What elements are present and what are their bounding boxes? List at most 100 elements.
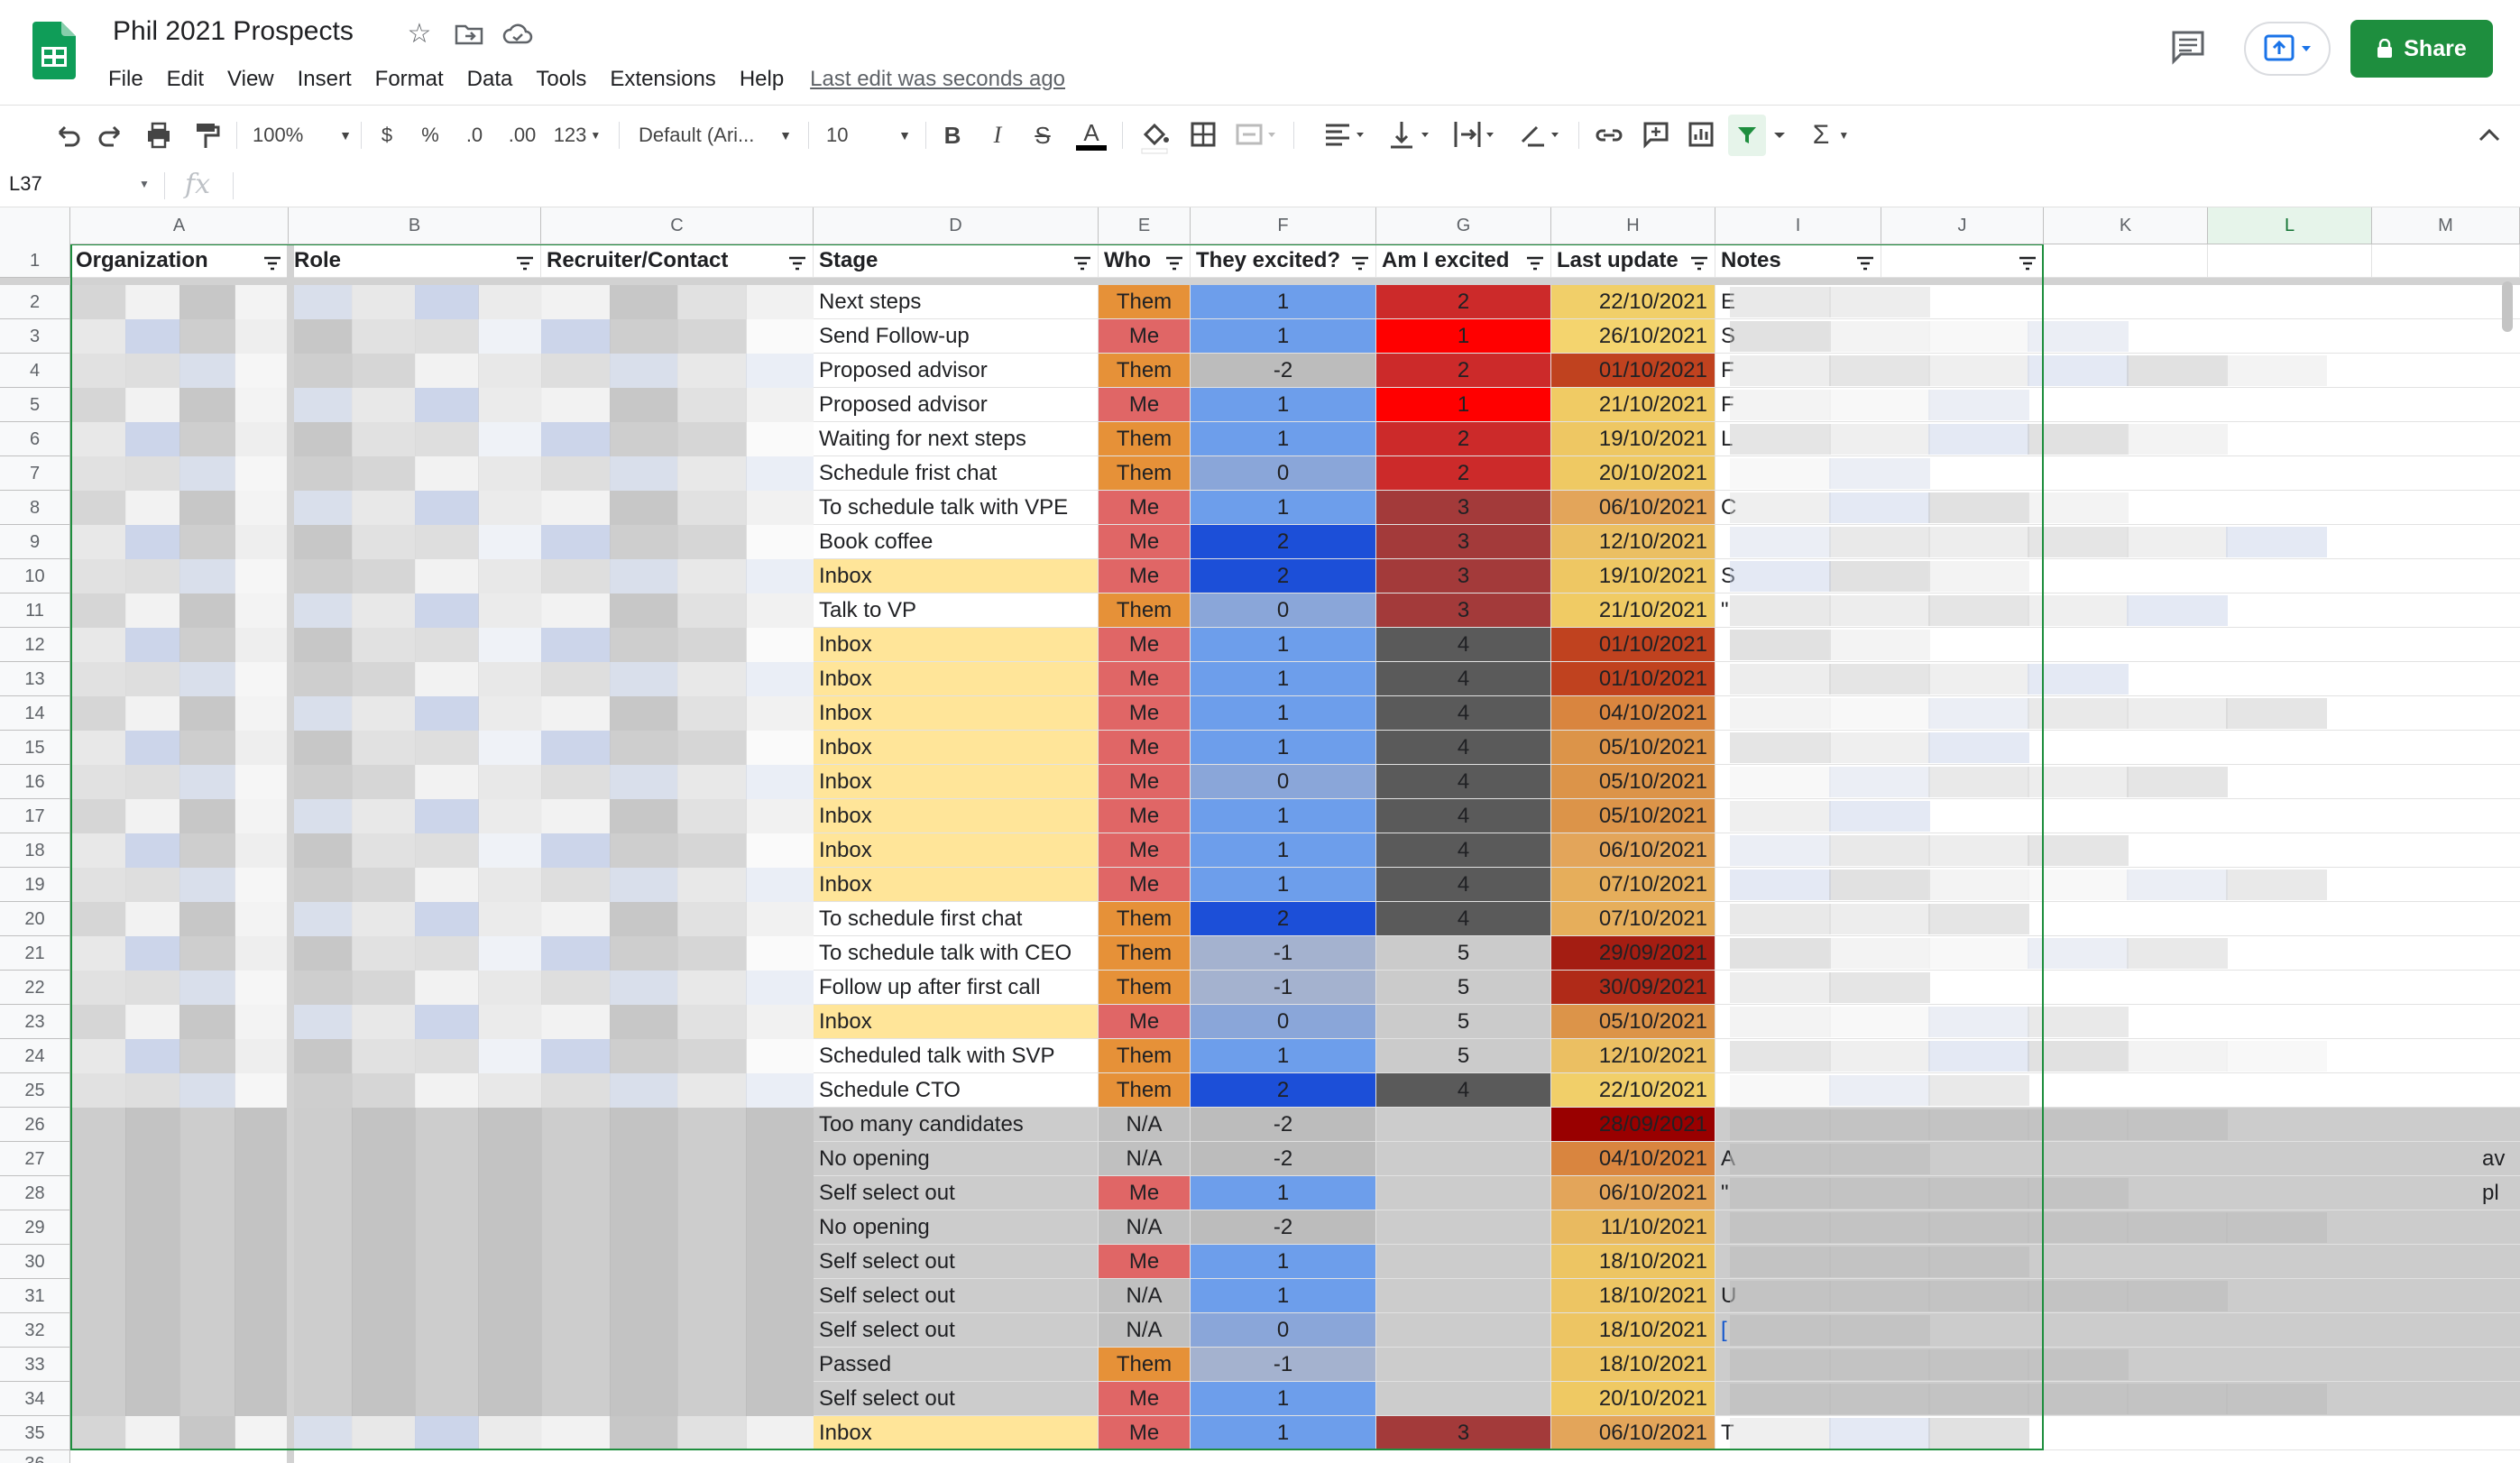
last-update-cell[interactable]: 20/10/2021 xyxy=(1551,1382,1715,1416)
row-header-7[interactable]: 7 xyxy=(0,456,70,491)
who-cell[interactable]: Me xyxy=(1099,833,1191,868)
stage-cell[interactable]: Inbox xyxy=(814,731,1099,765)
who-cell[interactable]: Them xyxy=(1099,354,1191,388)
they-excited-cell[interactable]: 1 xyxy=(1191,1382,1376,1416)
stage-cell[interactable]: Schedule frist chat xyxy=(814,456,1099,491)
am-i-excited-cell[interactable]: 5 xyxy=(1376,971,1551,1005)
insert-comment-icon[interactable] xyxy=(1638,115,1674,156)
star-icon[interactable]: ☆ xyxy=(403,18,436,51)
frozen-column-divider[interactable] xyxy=(287,207,294,1463)
header-cell-e[interactable]: Who xyxy=(1099,244,1191,278)
column-header-c[interactable]: C xyxy=(541,207,814,244)
who-cell[interactable]: Me xyxy=(1099,765,1191,799)
who-cell[interactable]: Them xyxy=(1099,971,1191,1005)
stage-cell[interactable]: No opening xyxy=(814,1142,1099,1176)
document-title[interactable]: Phil 2021 Prospects xyxy=(113,16,354,47)
stage-cell[interactable]: Book coffee xyxy=(814,525,1099,559)
they-excited-cell[interactable]: 1 xyxy=(1191,285,1376,319)
am-i-excited-cell[interactable]: 4 xyxy=(1376,902,1551,936)
they-excited-cell[interactable]: 1 xyxy=(1191,1039,1376,1073)
stage-cell[interactable]: Inbox xyxy=(814,1005,1099,1039)
paint-format-icon[interactable] xyxy=(188,115,224,156)
am-i-excited-cell[interactable]: 3 xyxy=(1376,1416,1551,1450)
present-button[interactable] xyxy=(2244,22,2331,76)
filter-views-chevron-icon[interactable] xyxy=(1770,115,1789,156)
header-cell-j[interactable] xyxy=(1881,244,2044,278)
they-excited-cell[interactable]: 1 xyxy=(1191,696,1376,731)
select-all-corner[interactable] xyxy=(0,207,70,244)
who-cell[interactable]: N/A xyxy=(1099,1142,1191,1176)
last-update-cell[interactable]: 20/10/2021 xyxy=(1551,456,1715,491)
row-header-36[interactable]: 36 xyxy=(0,1450,70,1463)
empty-cell[interactable] xyxy=(2372,244,2520,278)
who-cell[interactable]: Me xyxy=(1099,525,1191,559)
they-excited-cell[interactable]: -2 xyxy=(1191,1142,1376,1176)
who-cell[interactable]: Them xyxy=(1099,1073,1191,1108)
who-cell[interactable]: Them xyxy=(1099,1039,1191,1073)
last-update-cell[interactable]: 11/10/2021 xyxy=(1551,1210,1715,1245)
stage-cell[interactable]: Self select out xyxy=(814,1382,1099,1416)
stage-cell[interactable]: To schedule first chat xyxy=(814,902,1099,936)
redo-icon[interactable] xyxy=(94,115,130,156)
last-edit-link[interactable]: Last edit was seconds ago xyxy=(810,63,1065,96)
who-cell[interactable]: Me xyxy=(1099,388,1191,422)
stage-cell[interactable]: Proposed advisor xyxy=(814,388,1099,422)
last-update-cell[interactable]: 07/10/2021 xyxy=(1551,902,1715,936)
they-excited-cell[interactable]: 0 xyxy=(1191,765,1376,799)
am-i-excited-cell[interactable]: 5 xyxy=(1376,1039,1551,1073)
they-excited-cell[interactable]: 1 xyxy=(1191,319,1376,354)
stage-cell[interactable]: Inbox xyxy=(814,833,1099,868)
row-header-12[interactable]: 12 xyxy=(0,628,70,662)
they-excited-cell[interactable]: 1 xyxy=(1191,1279,1376,1313)
filter-icon[interactable] xyxy=(1350,253,1370,270)
who-cell[interactable]: Me xyxy=(1099,1176,1191,1210)
last-update-cell[interactable]: 19/10/2021 xyxy=(1551,559,1715,593)
am-i-excited-cell[interactable]: 3 xyxy=(1376,491,1551,525)
collapse-menus-icon[interactable] xyxy=(2473,115,2506,156)
they-excited-cell[interactable]: 0 xyxy=(1191,456,1376,491)
stage-cell[interactable]: Self select out xyxy=(814,1245,1099,1279)
row-header-31[interactable]: 31 xyxy=(0,1279,70,1313)
am-i-excited-cell[interactable] xyxy=(1376,1108,1551,1142)
last-update-cell[interactable]: 06/10/2021 xyxy=(1551,491,1715,525)
they-excited-cell[interactable]: 2 xyxy=(1191,525,1376,559)
last-update-cell[interactable]: 28/09/2021 xyxy=(1551,1108,1715,1142)
menu-insert[interactable]: Insert xyxy=(286,63,363,96)
they-excited-cell[interactable]: 2 xyxy=(1191,1073,1376,1108)
bold-button[interactable]: B xyxy=(936,115,969,156)
stage-cell[interactable]: No opening xyxy=(814,1210,1099,1245)
who-cell[interactable]: Them xyxy=(1099,422,1191,456)
filter-icon[interactable] xyxy=(1164,253,1184,270)
they-excited-cell[interactable]: 0 xyxy=(1191,593,1376,628)
formula-input[interactable] xyxy=(244,169,2498,203)
print-icon[interactable] xyxy=(141,115,177,156)
am-i-excited-cell[interactable]: 4 xyxy=(1376,662,1551,696)
row-header-20[interactable]: 20 xyxy=(0,902,70,936)
last-update-cell[interactable]: 12/10/2021 xyxy=(1551,525,1715,559)
cloud-status-icon[interactable] xyxy=(501,18,534,51)
row-header-4[interactable]: 4 xyxy=(0,354,70,388)
last-update-cell[interactable]: 07/10/2021 xyxy=(1551,868,1715,902)
stage-cell[interactable]: Follow up after first call xyxy=(814,971,1099,1005)
who-cell[interactable]: Me xyxy=(1099,696,1191,731)
column-header-e[interactable]: E xyxy=(1099,207,1191,244)
who-cell[interactable]: Me xyxy=(1099,731,1191,765)
column-header-f[interactable]: F xyxy=(1191,207,1376,244)
last-update-cell[interactable]: 18/10/2021 xyxy=(1551,1313,1715,1348)
who-cell[interactable]: Them xyxy=(1099,285,1191,319)
menu-extensions[interactable]: Extensions xyxy=(598,63,727,96)
am-i-excited-cell[interactable]: 1 xyxy=(1376,319,1551,354)
they-excited-cell[interactable]: 1 xyxy=(1191,833,1376,868)
row-header-27[interactable]: 27 xyxy=(0,1142,70,1176)
they-excited-cell[interactable]: 2 xyxy=(1191,559,1376,593)
who-cell[interactable]: N/A xyxy=(1099,1313,1191,1348)
row-header-15[interactable]: 15 xyxy=(0,731,70,765)
they-excited-cell[interactable]: 1 xyxy=(1191,388,1376,422)
row-header-13[interactable]: 13 xyxy=(0,662,70,696)
row-header-9[interactable]: 9 xyxy=(0,525,70,559)
they-excited-cell[interactable]: 1 xyxy=(1191,1176,1376,1210)
they-excited-cell[interactable]: 1 xyxy=(1191,731,1376,765)
who-cell[interactable]: Me xyxy=(1099,868,1191,902)
row-header-32[interactable]: 32 xyxy=(0,1313,70,1348)
am-i-excited-cell[interactable]: 4 xyxy=(1376,731,1551,765)
